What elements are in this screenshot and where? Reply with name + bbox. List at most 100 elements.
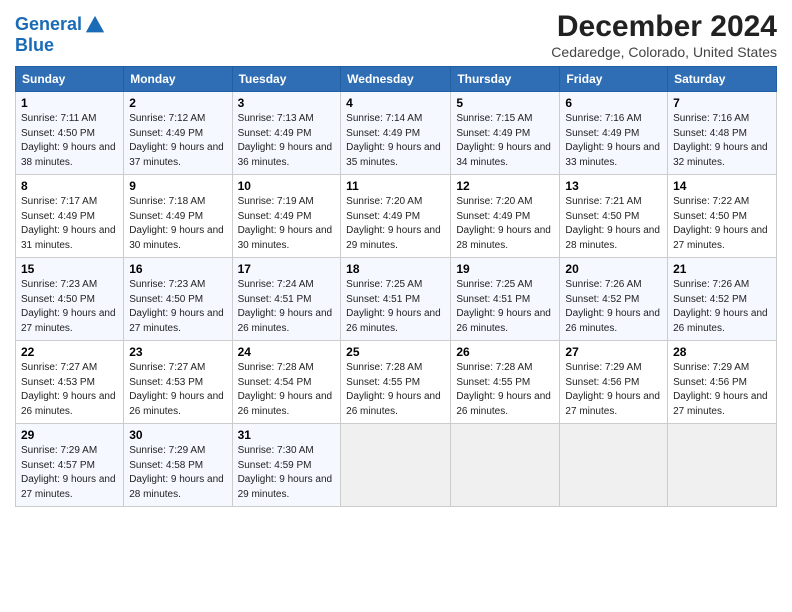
cell-info: Sunrise: 7:30 AMSunset: 4:59 PMDaylight:… [238, 444, 336, 502]
day-of-week-header: Tuesday [232, 67, 341, 92]
calendar-week-row: 22 Sunrise: 7:27 AMSunset: 4:53 PMDayligh… [16, 341, 777, 424]
calendar-week-row: 15 Sunrise: 7:23 AMSunset: 4:50 PMDayligh… [16, 258, 777, 341]
calendar-cell: 31Sunrise: 7:30 AMSunset: 4:59 PMDayligh… [232, 424, 341, 507]
calendar-cell: 28Sunrise: 7:29 AMSunset: 4:56 PMDayligh… [668, 341, 777, 424]
day-number: 2 [129, 96, 226, 110]
day-number: 23 [129, 345, 226, 359]
page: General Blue December 2024 Cedaredge, Co… [0, 0, 792, 517]
day-number: 19 [456, 262, 554, 276]
calendar-cell [560, 424, 668, 507]
calendar-cell: 22 Sunrise: 7:27 AMSunset: 4:53 PMDayligh… [16, 341, 124, 424]
cell-info: Sunrise: 7:15 AMSunset: 4:49 PMDaylight:… [456, 112, 554, 170]
cell-info: Sunrise: 7:21 AMSunset: 4:50 PMDaylight:… [565, 195, 662, 253]
cell-info: Sunrise: 7:18 AMSunset: 4:49 PMDaylight:… [129, 195, 226, 253]
cell-info: Sunrise: 7:23 AMSunset: 4:50 PMDaylight:… [21, 278, 118, 336]
calendar-body: 1 Sunrise: 7:11 AMSunset: 4:50 PMDaylight… [16, 92, 777, 507]
day-number: 1 [21, 96, 118, 110]
day-of-week-header: Monday [124, 67, 232, 92]
day-number: 15 [21, 262, 118, 276]
header: General Blue December 2024 Cedaredge, Co… [15, 10, 777, 60]
cell-info: Sunrise: 7:29 AMSunset: 4:57 PMDaylight:… [21, 444, 118, 502]
calendar-cell [451, 424, 560, 507]
cell-info: Sunrise: 7:28 AMSunset: 4:55 PMDaylight:… [456, 361, 554, 419]
calendar-cell: 18Sunrise: 7:25 AMSunset: 4:51 PMDayligh… [341, 258, 451, 341]
cell-info: Sunrise: 7:13 AMSunset: 4:49 PMDaylight:… [238, 112, 336, 170]
calendar-table: SundayMondayTuesdayWednesdayThursdayFrid… [15, 66, 777, 507]
cell-info: Sunrise: 7:28 AMSunset: 4:55 PMDaylight:… [346, 361, 445, 419]
calendar-cell: 24 Sunrise: 7:28 AMSunset: 4:54 PMDayligh… [232, 341, 341, 424]
day-of-week-header: Thursday [451, 67, 560, 92]
calendar-cell: 29 Sunrise: 7:29 AMSunset: 4:57 PMDayligh… [16, 424, 124, 507]
calendar-cell: 7Sunrise: 7:16 AMSunset: 4:48 PMDaylight… [668, 92, 777, 175]
day-number: 25 [346, 345, 445, 359]
cell-info: Sunrise: 7:23 AMSunset: 4:50 PMDaylight:… [129, 278, 226, 336]
day-number: 3 [238, 96, 336, 110]
logo-icon [84, 14, 106, 36]
day-number: 17 [238, 262, 336, 276]
cell-info: Sunrise: 7:26 AMSunset: 4:52 PMDaylight:… [673, 278, 771, 336]
cell-info: Sunrise: 7:17 AMSunset: 4:49 PMDaylight:… [21, 195, 118, 253]
day-of-week-header: Wednesday [341, 67, 451, 92]
day-number: 10 [238, 179, 336, 193]
cell-info: Sunrise: 7:24 AMSunset: 4:51 PMDaylight:… [238, 278, 336, 336]
day-number: 20 [565, 262, 662, 276]
day-number: 30 [129, 428, 226, 442]
day-number: 11 [346, 179, 445, 193]
cell-info: Sunrise: 7:27 AMSunset: 4:53 PMDaylight:… [21, 361, 118, 419]
calendar-cell: 8 Sunrise: 7:17 AMSunset: 4:49 PMDaylight… [16, 175, 124, 258]
calendar-cell: 15 Sunrise: 7:23 AMSunset: 4:50 PMDayligh… [16, 258, 124, 341]
day-number: 29 [21, 428, 118, 442]
calendar-cell: 4 Sunrise: 7:14 AMSunset: 4:49 PMDaylight… [341, 92, 451, 175]
cell-info: Sunrise: 7:16 AMSunset: 4:49 PMDaylight:… [565, 112, 662, 170]
calendar-cell [341, 424, 451, 507]
day-number: 14 [673, 179, 771, 193]
day-number: 18 [346, 262, 445, 276]
calendar-week-row: 29 Sunrise: 7:29 AMSunset: 4:57 PMDayligh… [16, 424, 777, 507]
day-number: 12 [456, 179, 554, 193]
day-number: 22 [21, 345, 118, 359]
calendar-cell: 19Sunrise: 7:25 AMSunset: 4:51 PMDayligh… [451, 258, 560, 341]
calendar-cell: 1 Sunrise: 7:11 AMSunset: 4:50 PMDaylight… [16, 92, 124, 175]
calendar-cell: 9 Sunrise: 7:18 AMSunset: 4:49 PMDaylight… [124, 175, 232, 258]
cell-info: Sunrise: 7:20 AMSunset: 4:49 PMDaylight:… [346, 195, 445, 253]
day-number: 24 [238, 345, 336, 359]
cell-info: Sunrise: 7:20 AMSunset: 4:49 PMDaylight:… [456, 195, 554, 253]
cell-info: Sunrise: 7:14 AMSunset: 4:49 PMDaylight:… [346, 112, 445, 170]
calendar-cell: 21 Sunrise: 7:26 AMSunset: 4:52 PMDayligh… [668, 258, 777, 341]
calendar-cell [668, 424, 777, 507]
day-of-week-header: Sunday [16, 67, 124, 92]
day-number: 9 [129, 179, 226, 193]
calendar-cell: 26Sunrise: 7:28 AMSunset: 4:55 PMDayligh… [451, 341, 560, 424]
day-number: 8 [21, 179, 118, 193]
calendar-cell: 2 Sunrise: 7:12 AMSunset: 4:49 PMDaylight… [124, 92, 232, 175]
calendar-cell: 17 Sunrise: 7:24 AMSunset: 4:51 PMDayligh… [232, 258, 341, 341]
day-number: 6 [565, 96, 662, 110]
calendar-week-row: 8 Sunrise: 7:17 AMSunset: 4:49 PMDaylight… [16, 175, 777, 258]
title-area: December 2024 Cedaredge, Colorado, Unite… [551, 10, 777, 60]
calendar-cell: 13Sunrise: 7:21 AMSunset: 4:50 PMDayligh… [560, 175, 668, 258]
day-number: 28 [673, 345, 771, 359]
calendar-cell: 14Sunrise: 7:22 AMSunset: 4:50 PMDayligh… [668, 175, 777, 258]
calendar-cell: 20 Sunrise: 7:26 AMSunset: 4:52 PMDayligh… [560, 258, 668, 341]
cell-info: Sunrise: 7:28 AMSunset: 4:54 PMDaylight:… [238, 361, 336, 419]
cell-info: Sunrise: 7:12 AMSunset: 4:49 PMDaylight:… [129, 112, 226, 170]
day-number: 4 [346, 96, 445, 110]
cell-info: Sunrise: 7:11 AMSunset: 4:50 PMDaylight:… [21, 112, 118, 170]
logo: General Blue [15, 14, 106, 56]
cell-info: Sunrise: 7:29 AMSunset: 4:56 PMDaylight:… [565, 361, 662, 419]
day-number: 5 [456, 96, 554, 110]
calendar-cell: 10Sunrise: 7:19 AMSunset: 4:49 PMDayligh… [232, 175, 341, 258]
cell-info: Sunrise: 7:26 AMSunset: 4:52 PMDaylight:… [565, 278, 662, 336]
day-of-week-header: Saturday [668, 67, 777, 92]
day-number: 7 [673, 96, 771, 110]
calendar-week-row: 1 Sunrise: 7:11 AMSunset: 4:50 PMDaylight… [16, 92, 777, 175]
calendar-cell: 3 Sunrise: 7:13 AMSunset: 4:49 PMDaylight… [232, 92, 341, 175]
cell-info: Sunrise: 7:27 AMSunset: 4:53 PMDaylight:… [129, 361, 226, 419]
day-of-week-header: Friday [560, 67, 668, 92]
day-number: 21 [673, 262, 771, 276]
day-of-week-row: SundayMondayTuesdayWednesdayThursdayFrid… [16, 67, 777, 92]
calendar-cell: 11 Sunrise: 7:20 AMSunset: 4:49 PMDayligh… [341, 175, 451, 258]
calendar-cell: 16Sunrise: 7:23 AMSunset: 4:50 PMDayligh… [124, 258, 232, 341]
subtitle: Cedaredge, Colorado, United States [551, 44, 777, 60]
calendar-cell: 12 Sunrise: 7:20 AMSunset: 4:49 PMDayligh… [451, 175, 560, 258]
